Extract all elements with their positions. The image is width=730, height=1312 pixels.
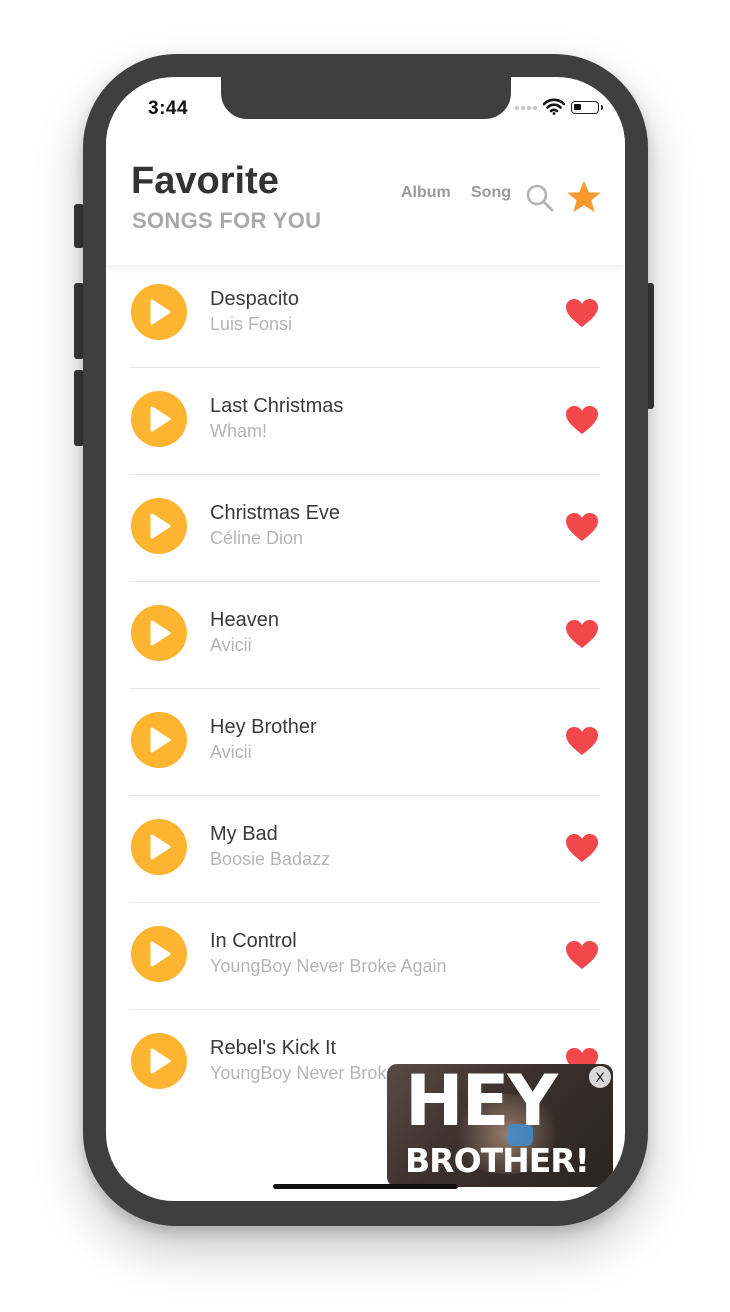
song-artist: Avicii <box>210 635 252 655</box>
wifi-icon <box>543 98 565 115</box>
list-item[interactable]: Last Christmas Wham! <box>106 374 625 481</box>
list-item[interactable]: My Bad Boosie Badazz <box>106 802 625 909</box>
artwork-title-line1: HEY <box>405 1064 558 1142</box>
song-title: Last Christmas <box>210 395 344 417</box>
song-title: In Control <box>210 930 297 952</box>
close-mini-player-button[interactable]: X <box>589 1066 611 1088</box>
song-artist: Luis Fonsi <box>210 314 293 334</box>
star-icon[interactable] <box>566 179 602 215</box>
play-button[interactable] <box>131 284 187 340</box>
play-icon <box>150 513 171 539</box>
row-divider <box>130 474 600 475</box>
header: Favorite SONGS FOR YOU Album Song <box>106 119 625 265</box>
heart-icon[interactable] <box>565 619 599 649</box>
play-button[interactable] <box>131 498 187 554</box>
play-icon <box>150 620 171 646</box>
play-button[interactable] <box>131 926 187 982</box>
song-title: Hey Brother <box>210 716 317 738</box>
song-artist: Avicii <box>210 742 252 762</box>
song-title: Christmas Eve <box>210 502 341 524</box>
heart-icon[interactable] <box>565 833 599 863</box>
list-item[interactable]: Christmas Eve Céline Dion <box>106 481 625 588</box>
song-title: Rebel's Kick It <box>210 1037 337 1059</box>
play-button[interactable] <box>131 391 187 447</box>
play-button[interactable] <box>131 605 187 661</box>
play-icon <box>150 941 171 967</box>
play-icon <box>150 299 171 325</box>
play-button[interactable] <box>131 712 187 768</box>
song-artist: Wham! <box>210 421 268 441</box>
play-icon <box>150 727 171 753</box>
song-artist: YoungBoy Never Broke Again <box>210 956 447 976</box>
play-icon <box>150 834 171 860</box>
nav-album-link[interactable]: Album <box>401 184 451 202</box>
play-button[interactable] <box>131 819 187 875</box>
heart-icon[interactable] <box>565 940 599 970</box>
heart-icon[interactable] <box>565 298 599 328</box>
page-title: Favorite <box>131 160 279 202</box>
search-icon[interactable] <box>525 183 555 213</box>
nav-song-link[interactable]: Song <box>471 184 511 202</box>
song-title: Despacito <box>210 288 299 310</box>
mini-player-video[interactable]: HEY BROTHER! X <box>387 1064 613 1187</box>
row-divider <box>130 581 600 582</box>
row-divider <box>130 1009 600 1010</box>
song-artist: Céline Dion <box>210 528 304 548</box>
list-item[interactable]: Heaven Avicii <box>106 588 625 695</box>
play-icon <box>150 1048 171 1074</box>
heart-icon[interactable] <box>565 726 599 756</box>
heart-icon[interactable] <box>565 512 599 542</box>
row-divider <box>130 688 600 689</box>
song-artist: Boosie Badazz <box>210 849 331 869</box>
home-indicator[interactable] <box>273 1184 458 1189</box>
list-item[interactable]: Hey Brother Avicii <box>106 695 625 802</box>
list-item[interactable]: In Control YoungBoy Never Broke Again <box>106 909 625 1016</box>
row-divider <box>130 367 600 368</box>
list-item[interactable]: Despacito Luis Fonsi <box>106 267 625 374</box>
status-time: 3:44 <box>148 98 189 119</box>
song-title: Heaven <box>210 609 279 631</box>
play-button[interactable] <box>131 1033 187 1089</box>
page-subtitle: SONGS FOR YOU <box>132 208 322 233</box>
play-icon <box>150 406 171 432</box>
row-divider <box>130 902 600 903</box>
heart-icon[interactable] <box>565 405 599 435</box>
battery-icon <box>571 101 603 114</box>
row-divider <box>130 795 600 796</box>
notch <box>221 77 511 119</box>
song-title: My Bad <box>210 823 278 845</box>
cellular-signal-icon <box>514 105 538 111</box>
app-screen: Favorite SONGS FOR YOU Album Song Despac… <box>106 77 625 1201</box>
artwork-title-line2: BROTHER! <box>405 1141 590 1180</box>
